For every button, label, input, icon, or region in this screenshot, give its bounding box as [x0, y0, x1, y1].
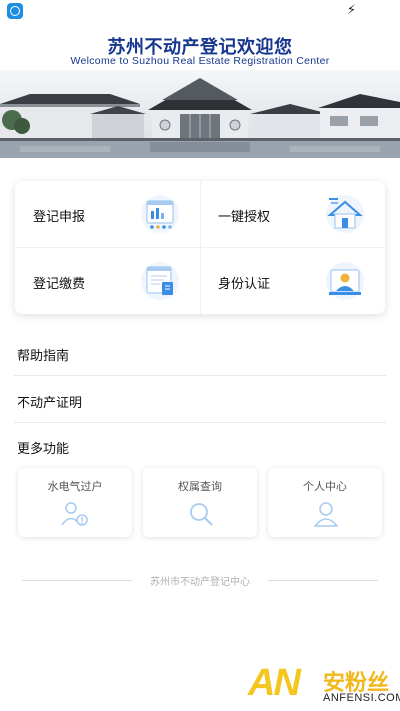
- help-guide-label: 帮助指南: [17, 349, 70, 364]
- payment-receipt-icon: [141, 262, 179, 300]
- identity-person-icon: [326, 262, 364, 300]
- ownership-query-card[interactable]: 权属查询: [143, 468, 257, 537]
- user-transfer-icon: [61, 502, 88, 526]
- status-bar: ⚡: [0, 0, 400, 22]
- watermark-an: AN: [248, 662, 301, 704]
- museum-building-illustration: [0, 70, 400, 158]
- one-click-authorize-label: 一键授权: [218, 210, 271, 225]
- identity-verification-label: 身份认证: [218, 277, 271, 292]
- utility-transfer-card[interactable]: 水电气过户: [18, 468, 132, 537]
- function-grid: 登记申报 一键授权 登记缴费 身份认证: [15, 181, 385, 314]
- more-functions-heading: 更多功能: [14, 423, 386, 469]
- watermark-logo: AN 安粉丝 ANFENSI.COM: [248, 662, 400, 711]
- help-guide-row[interactable]: 帮助指南: [14, 330, 386, 376]
- identity-verification-entry[interactable]: 身份认证: [200, 248, 385, 314]
- registration-apply-label: 登记申报: [33, 210, 86, 225]
- registration-apply-entry[interactable]: 登记申报: [15, 181, 200, 247]
- footer-organization-name: 苏州市不动产登记中心: [150, 577, 250, 588]
- form-document-icon: [141, 195, 179, 233]
- property-certificate-row[interactable]: 不动产证明: [14, 377, 386, 423]
- personal-center-card[interactable]: 个人中心: [268, 468, 382, 537]
- row-divider: [14, 375, 386, 376]
- registration-payment-entry[interactable]: 登记缴费: [15, 248, 200, 314]
- one-click-authorize-entry[interactable]: 一键授权: [200, 181, 385, 247]
- personal-center-label: 个人中心: [303, 480, 347, 493]
- property-certificate-label: 不动产证明: [17, 396, 83, 411]
- ownership-query-label: 权属查询: [178, 480, 222, 493]
- registration-payment-label: 登记缴费: [33, 277, 86, 292]
- utility-transfer-label: 水电气过户: [47, 480, 103, 493]
- more-functions-label: 更多功能: [17, 442, 70, 457]
- charging-icon: ⚡: [346, 3, 356, 18]
- watermark-name-en: ANFENSI.COM: [323, 692, 400, 704]
- banner-subtitle: Welcome to Suzhou Real Estate Registrati…: [70, 55, 330, 67]
- house-key-icon: [326, 195, 364, 233]
- search-icon: [190, 503, 213, 526]
- user-icon: [313, 502, 339, 527]
- header-banner: 苏州不动产登记欢迎您 Welcome to Suzhou Real Estate…: [0, 22, 400, 158]
- app-notification-icon: [7, 3, 23, 19]
